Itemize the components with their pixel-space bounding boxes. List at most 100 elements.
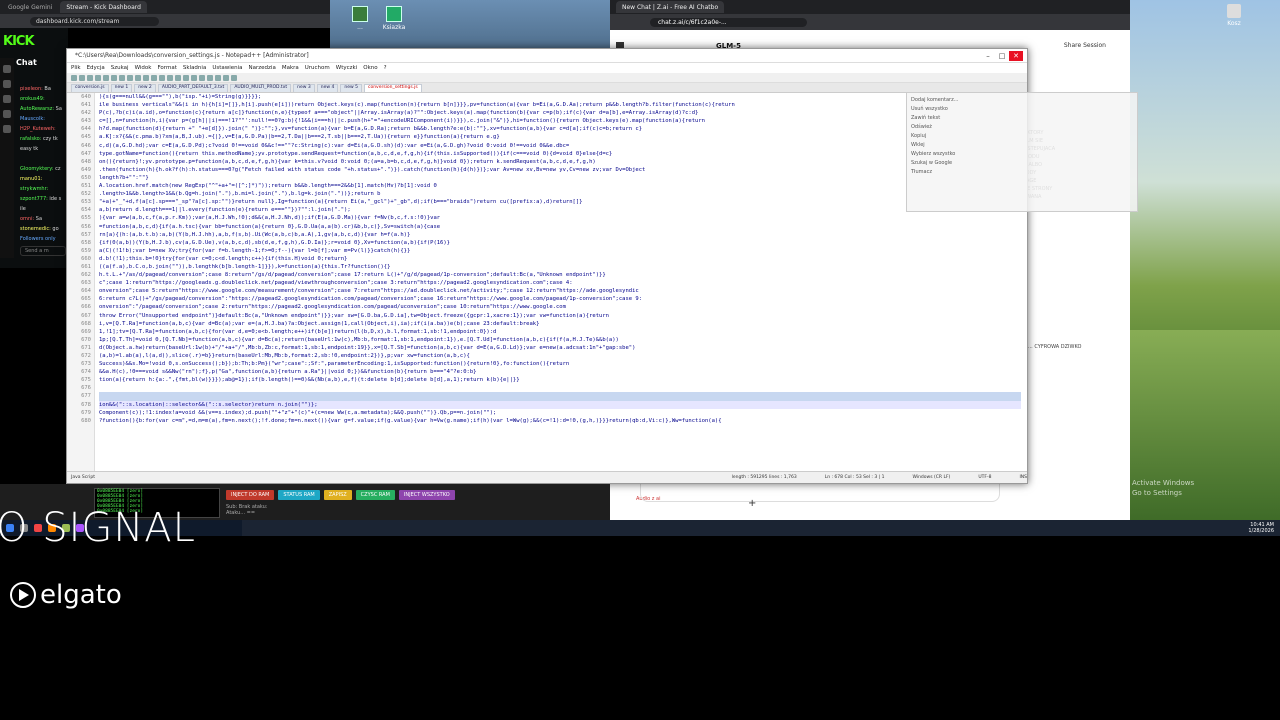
editor-tab[interactable]: AUDIO_MULTI_PROD.txt	[230, 84, 292, 92]
context-menu-item[interactable]: Kopiuj	[911, 133, 1133, 142]
share-session-button[interactable]: Share Session	[1064, 42, 1106, 49]
menu-item[interactable]: Edycja	[87, 65, 105, 71]
chat-username[interactable]: pixeleon:	[20, 86, 43, 92]
settings-icon[interactable]	[3, 125, 11, 133]
chat-username[interactable]: omni:	[20, 216, 34, 222]
code-line[interactable]: length?b+"":""}	[99, 174, 1021, 182]
print-icon[interactable]	[111, 74, 117, 81]
macro-record-icon[interactable]	[215, 74, 221, 81]
chat-username[interactable]: Mauscolk:	[20, 116, 45, 122]
inject-button[interactable]: STATUS RAM	[278, 490, 320, 500]
code-line[interactable]: a,b)return d.length===1||l.every(functio…	[99, 206, 1021, 214]
code-line[interactable]: Component(c));!1:index!a=void &&(v==s.in…	[99, 409, 1021, 417]
menu-item[interactable]: Format	[157, 65, 176, 71]
code-line[interactable]: c,d)(a,G.D.hd);var c=E(a,G.D.Pd);c?void …	[99, 142, 1021, 150]
save-all-icon[interactable]	[95, 74, 101, 81]
code-line[interactable]: onversion";case 5:return"https://www.goo…	[99, 287, 1021, 295]
code-line[interactable]: on(){return}!;yv.prototype.p=function(a,…	[99, 158, 1021, 166]
inject-button[interactable]: CZYSC RAM	[355, 490, 395, 500]
code-line[interactable]: 6:return c?L()+"/gs/pagead/conversion":"…	[99, 295, 1021, 303]
stream-icon[interactable]	[3, 80, 11, 88]
code-area[interactable]: 640 641 642 643 644 645 646 647 648 649 650 651 652 6…	[67, 93, 1027, 471]
chat-username[interactable]: AutoRewarsz:	[20, 106, 54, 112]
replace-icon[interactable]	[167, 74, 173, 81]
inject-button[interactable]: ZAPISZ	[323, 490, 352, 500]
home-icon[interactable]	[3, 65, 11, 73]
code-line[interactable]: A.location.href.match(new RegExp("^"+a+"…	[99, 182, 1021, 190]
copy-icon[interactable]	[127, 74, 133, 81]
add-attachment-button[interactable]: +	[748, 498, 756, 509]
menu-item[interactable]: Szukaj	[111, 65, 129, 71]
code-line[interactable]	[99, 384, 1021, 392]
code-line[interactable]: h?d.map(function(d){return +" "+e[d]}).j…	[99, 125, 1021, 133]
code-line[interactable]: c";case 1:return"https://googleads.g.dou…	[99, 279, 1021, 287]
code-line[interactable]: "+a)+"_"+d,f(a[c].sp==="_sp"?a[c].sp:"")…	[99, 198, 1021, 206]
close-icon[interactable]: ✕	[1009, 51, 1023, 61]
menu-item[interactable]: Narzedzia	[249, 65, 276, 71]
chat-username[interactable]: szpont777:	[20, 196, 48, 202]
code-line[interactable]: Success)&&s.Mo=!void 0,s.onSuccess();b})…	[99, 360, 1021, 368]
code-line[interactable]: ?function(){b:for(var c=m",=d,m=m(a),fm=…	[99, 417, 1021, 425]
close-file-icon[interactable]	[103, 74, 109, 81]
code-line[interactable]: throw Error("Unsupported endpoint")}defa…	[99, 312, 1021, 320]
code-line[interactable]: ile business verticals"&&(i in h){h[i]=[…	[99, 101, 1021, 109]
editor-tab[interactable]: new 5	[340, 84, 362, 92]
recycle-bin[interactable]: Kosz	[1222, 4, 1246, 27]
menu-item[interactable]: Makra	[282, 65, 299, 71]
code-line[interactable]: onversion":"/pagead/conversion";case 2:r…	[99, 303, 1021, 311]
right-browser-addressbar[interactable]: chat.z.ai/c/6f1c2a0e-...	[610, 14, 1130, 30]
code-lines[interactable]: ){s(g===null&&(g===""),b("isp."+i)=Strin…	[99, 93, 1021, 425]
browser-tab-zai[interactable]: New Chat | Z.ai - Free AI Chatbo	[616, 1, 725, 13]
redo-icon[interactable]	[151, 74, 157, 81]
wrap-icon[interactable]	[199, 74, 205, 81]
run-icon[interactable]	[231, 74, 237, 81]
chat-username[interactable]: Followers only	[20, 236, 56, 242]
inject-button[interactable]: INJECT WSZYSTKO	[398, 490, 455, 500]
menu-item[interactable]: Plik	[71, 65, 81, 71]
find-icon[interactable]	[159, 74, 165, 81]
browser-tab-gemini[interactable]: Google Gemini	[2, 1, 58, 13]
menu-item[interactable]: Wtyczki	[336, 65, 357, 71]
right-browser-url[interactable]: chat.z.ai/c/6f1c2a0e-...	[650, 17, 807, 27]
context-menu-item[interactable]: Odśwież	[911, 124, 1133, 133]
editor-tab[interactable]: new 3	[293, 84, 315, 92]
code-line[interactable]: {if(0(a,b))(Y(b,H.J.b),cv(a,G.D.Ue),v(a,…	[99, 239, 1021, 247]
minimize-icon[interactable]: –	[981, 51, 995, 61]
chat-username[interactable]: stonemedic:	[20, 226, 51, 232]
macro-play-icon[interactable]	[223, 74, 229, 81]
save-icon[interactable]	[87, 74, 93, 81]
menu-item[interactable]: Okno	[363, 65, 377, 71]
zoom-out-icon[interactable]	[183, 74, 189, 81]
context-menu-item[interactable]: Dodaj komentarz...	[911, 97, 1133, 106]
context-menu-item[interactable]: Wklej	[911, 142, 1133, 151]
chat-username[interactable]: rafalsko:	[20, 136, 41, 142]
code-line[interactable]: ((a(f.a),b.C.o,b.join("")),b.lengthk(b[b…	[99, 263, 1021, 271]
menu-item[interactable]: Uruchom	[305, 65, 330, 71]
code-line[interactable]: a(C)(!1!b);var b=new Xv;try{for(var f=b.…	[99, 247, 1021, 255]
code-line[interactable]: d.b!(!1);this.b=!0}try{for(var c=0;c<d.l…	[99, 255, 1021, 263]
code-line[interactable]: 1,!1];tv=[Q.T.Ra]=function(a,b,c){for(va…	[99, 328, 1021, 336]
menu-item[interactable]: Ustawienia	[212, 65, 242, 71]
sync-icon[interactable]	[191, 74, 197, 81]
editor-tab[interactable]: conversion_settings.js	[363, 84, 422, 92]
code-line[interactable]: 1p;[Q.T.Th]=void 0,[Q.T.Nb]=function(a,b…	[99, 336, 1021, 344]
code-line[interactable]: =function(a,b,c,d){if(a.h.tsc){var bb=fu…	[99, 223, 1021, 231]
desktop-icon-2[interactable]: Ksiazka	[374, 6, 414, 31]
indent-icon[interactable]	[207, 74, 213, 81]
chat-username[interactable]: Gloomyktery:	[20, 166, 53, 172]
cut-icon[interactable]	[119, 74, 125, 81]
code-line[interactable]: type.gotName=function(){return this.meth…	[99, 150, 1021, 158]
code-line[interactable]: (a,b)=l.ab(a),l(a,d)),slice(.r)=b}}retur…	[99, 352, 1021, 360]
chat-username[interactable]: orokus49:	[20, 96, 45, 102]
context-menu-item[interactable]: Tłumacz	[911, 169, 1133, 178]
inject-button[interactable]: INJECT DO RAM	[226, 490, 275, 500]
code-line[interactable]: .length>1&&b.length>1&&(b.Qg=h.join(".")…	[99, 190, 1021, 198]
browser-tab-kick[interactable]: Stream - Kick Dashboard	[60, 1, 147, 13]
users-icon[interactable]	[3, 110, 11, 118]
editor-tab[interactable]: conversion.js	[71, 84, 109, 92]
context-menu-item[interactable]: Wybierz wszystko	[911, 151, 1133, 160]
context-menu-item[interactable]: Zawiń tekst	[911, 115, 1133, 124]
editor-tab[interactable]: new 2	[134, 84, 156, 92]
tray-clock[interactable]: 10:41 AM 1/28/2026	[1248, 522, 1274, 534]
maximize-icon[interactable]: □	[995, 51, 1009, 61]
